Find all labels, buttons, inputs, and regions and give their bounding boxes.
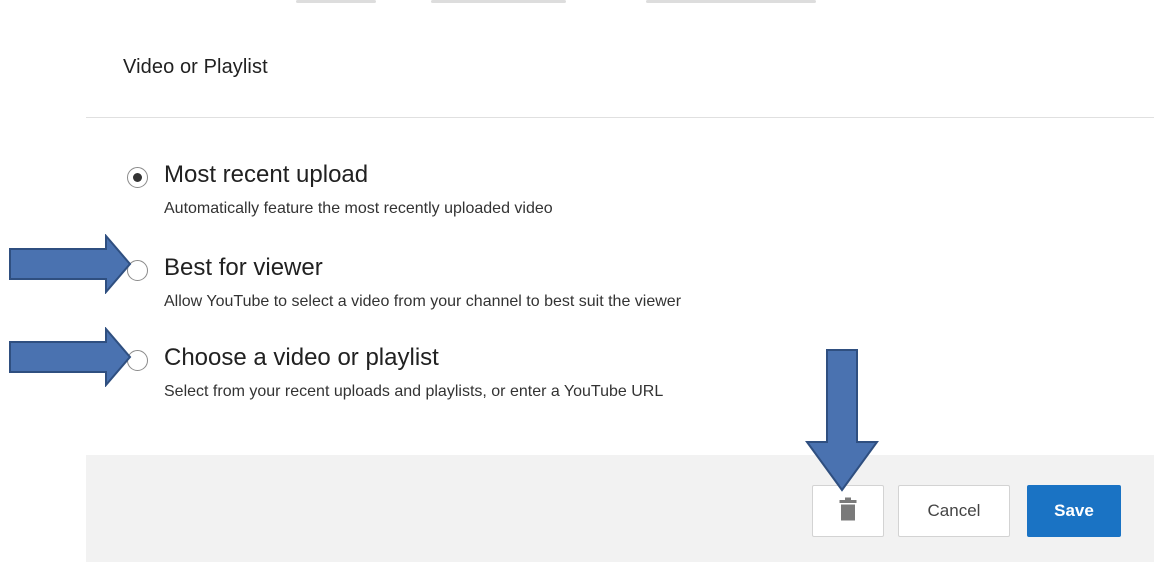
dialog-footer: Cancel Save (86, 455, 1154, 562)
video-or-playlist-dialog: Video or Playlist Most recent upload Aut… (86, 12, 1154, 562)
option-label: Best for viewer (164, 254, 323, 281)
option-label: Choose a video or playlist (164, 344, 439, 371)
option-most-recent-upload[interactable]: Most recent upload Automatically feature… (121, 160, 1121, 230)
option-description: Select from your recent uploads and play… (164, 383, 664, 400)
option-label: Most recent upload (164, 161, 369, 188)
dialog-title: Video or Playlist (123, 56, 268, 78)
radio-choose-video-or-playlist[interactable] (127, 350, 148, 371)
option-choose-video-or-playlist[interactable]: Choose a video or playlist Select from y… (121, 343, 1121, 413)
delete-button[interactable] (812, 485, 884, 537)
radio-best-for-viewer[interactable] (127, 260, 148, 281)
dialog-header: Video or Playlist (86, 12, 1154, 118)
radio-most-recent-upload[interactable] (127, 167, 148, 188)
cancel-button[interactable]: Cancel (898, 485, 1010, 537)
option-best-for-viewer[interactable]: Best for viewer Allow YouTube to select … (121, 253, 1121, 323)
option-description: Automatically feature the most recently … (164, 200, 553, 217)
save-button[interactable]: Save (1027, 485, 1121, 537)
trash-icon (839, 497, 857, 526)
option-description: Allow YouTube to select a video from you… (164, 293, 682, 310)
